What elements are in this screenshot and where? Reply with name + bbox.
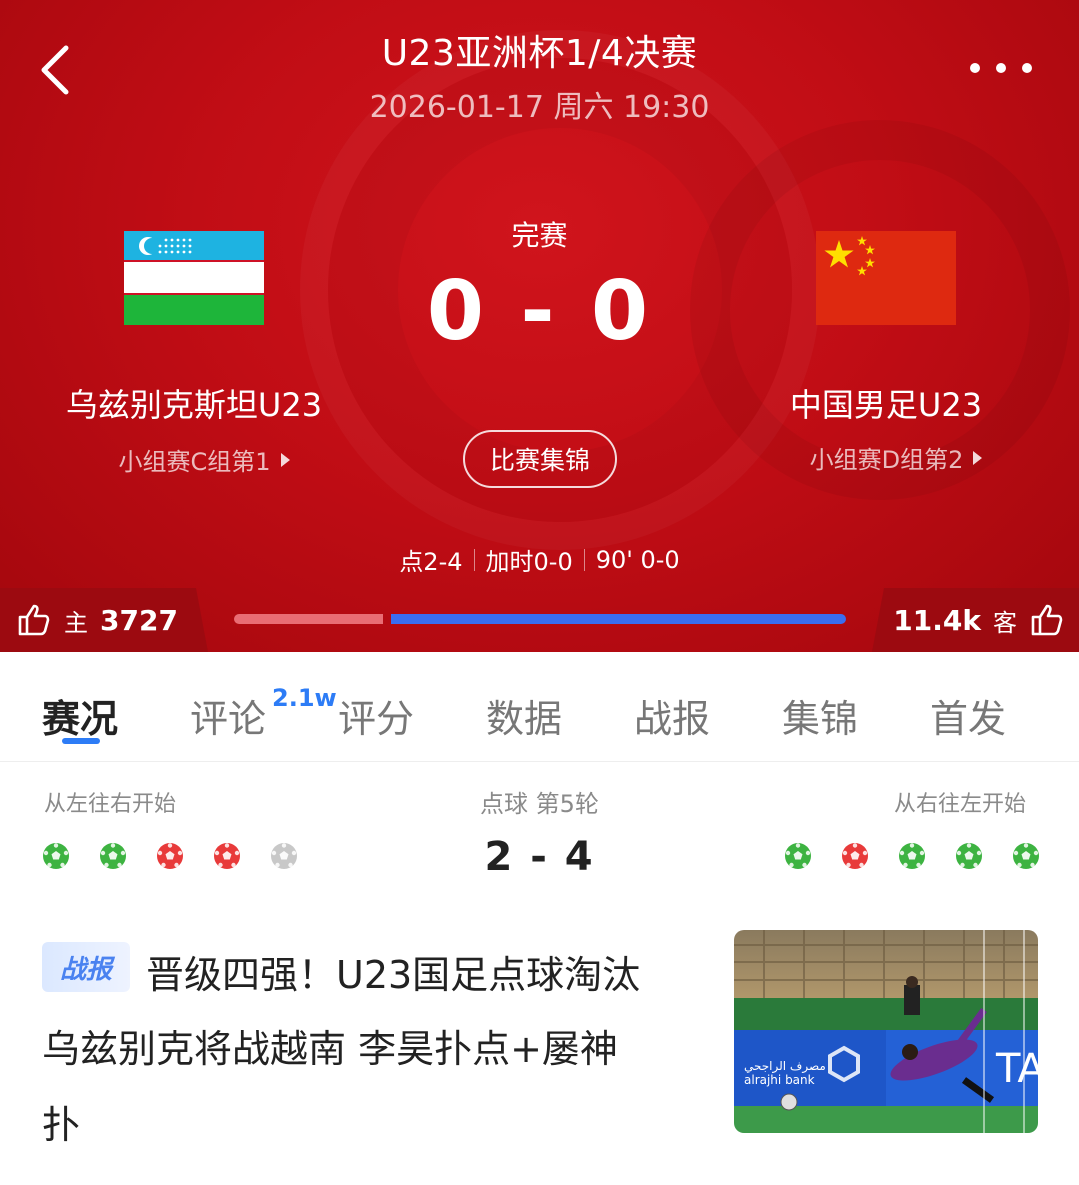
news-headline-line-2: 乌兹别克将战越南 李昊扑点+屡神	[42, 1027, 618, 1071]
match-status: 完赛	[511, 219, 568, 252]
home-group-label: 小组赛C组第1	[118, 448, 271, 476]
divider	[473, 548, 475, 571]
away-kick-2-missed-icon	[841, 842, 869, 870]
away-vote-label: 客	[993, 608, 1017, 637]
match-score: 0 - 0	[426, 264, 653, 359]
away-kick-3-scored-icon	[898, 842, 926, 870]
thumbs-up-icon	[1029, 602, 1065, 638]
goalkeeper-photo[interactable]: مصرف الراجحي alrajhi bank TA	[734, 930, 1038, 1133]
home-kick-2-scored-icon	[99, 842, 127, 870]
news-tag-badge: 战报	[42, 942, 130, 992]
tab-stats[interactable]: 数据	[486, 688, 562, 743]
match-header: U23亚洲杯1/4决赛 2026-01-17 周六 19:30 完赛 0 - 0…	[0, 0, 1079, 652]
home-vote-share	[234, 614, 383, 624]
away-team-name[interactable]: 中国男足U23	[696, 380, 1076, 426]
regular-time-score-detail: 90' 0-0	[595, 545, 680, 574]
home-vote-label: 主	[64, 608, 88, 637]
home-kick-3-missed-icon	[156, 842, 184, 870]
page-title: U23亚洲杯1/4决赛	[381, 33, 698, 74]
tab-report[interactable]: 战报	[634, 688, 710, 743]
home-kick-1-scored-icon	[42, 842, 70, 870]
divider	[583, 548, 585, 571]
caret-right-icon	[973, 450, 983, 465]
comment-count-badge: 2.1w	[272, 684, 337, 712]
more-dots-icon[interactable]	[970, 52, 1032, 84]
tab-live[interactable]: 赛况	[42, 688, 118, 743]
match-datetime: 2026-01-17 周六 19:30	[369, 90, 710, 125]
active-tab-indicator	[62, 738, 100, 744]
home-kick-5-pending-icon	[270, 842, 298, 870]
away-vote-share	[391, 614, 846, 624]
extra-time-score-detail: 加时0-0	[485, 548, 573, 576]
penalty-score-detail: 点2-4	[399, 548, 463, 576]
away-vote-button[interactable]: 11.4k 客	[872, 588, 1079, 652]
tab-comments[interactable]: 评论	[190, 688, 266, 743]
away-team-group[interactable]: 小组赛D组第2	[706, 440, 1079, 475]
tab-highlights[interactable]: 集锦	[782, 688, 858, 743]
news-headline-line-1: 晋级四强！U23国足点球淘汰	[146, 953, 641, 997]
tab-ratings[interactable]: 评分	[338, 688, 414, 743]
away-vote-count: 11.4k	[893, 603, 981, 637]
away-kick-1-scored-icon	[784, 842, 812, 870]
news-headline-line-3: 扑	[42, 1103, 81, 1147]
away-kick-5-scored-icon	[1012, 842, 1040, 870]
tab-bar: 赛况 评论 2.1w 评分 数据 战报 集锦 首发	[0, 652, 1079, 762]
score-breakdown: 点2-4 加时0-0 90' 0-0	[0, 542, 1079, 577]
caret-right-icon	[280, 452, 290, 467]
vote-ratio-bar	[234, 614, 846, 624]
svg-text:مصرف الراجحي: مصرف الراجحي	[744, 1059, 826, 1074]
away-kick-4-scored-icon	[955, 842, 983, 870]
svg-text:alrajhi bank: alrajhi bank	[744, 1073, 815, 1087]
thumbs-up-icon	[16, 602, 52, 638]
home-team-group[interactable]: 小组赛C组第1	[14, 442, 394, 477]
tab-lineup[interactable]: 首发	[930, 688, 1006, 743]
home-vote-count: 3727	[100, 603, 178, 637]
away-group-label: 小组赛D组第2	[809, 446, 964, 474]
home-kick-4-missed-icon	[213, 842, 241, 870]
highlights-button[interactable]: 比赛集锦	[463, 430, 617, 488]
home-team-name[interactable]: 乌兹别克斯坦U23	[4, 380, 384, 426]
home-vote-button[interactable]: 主 3727	[0, 588, 208, 652]
away-kick-order-label: 从右往左开始	[894, 792, 1027, 817]
svg-text:TA: TA	[995, 1046, 1038, 1092]
